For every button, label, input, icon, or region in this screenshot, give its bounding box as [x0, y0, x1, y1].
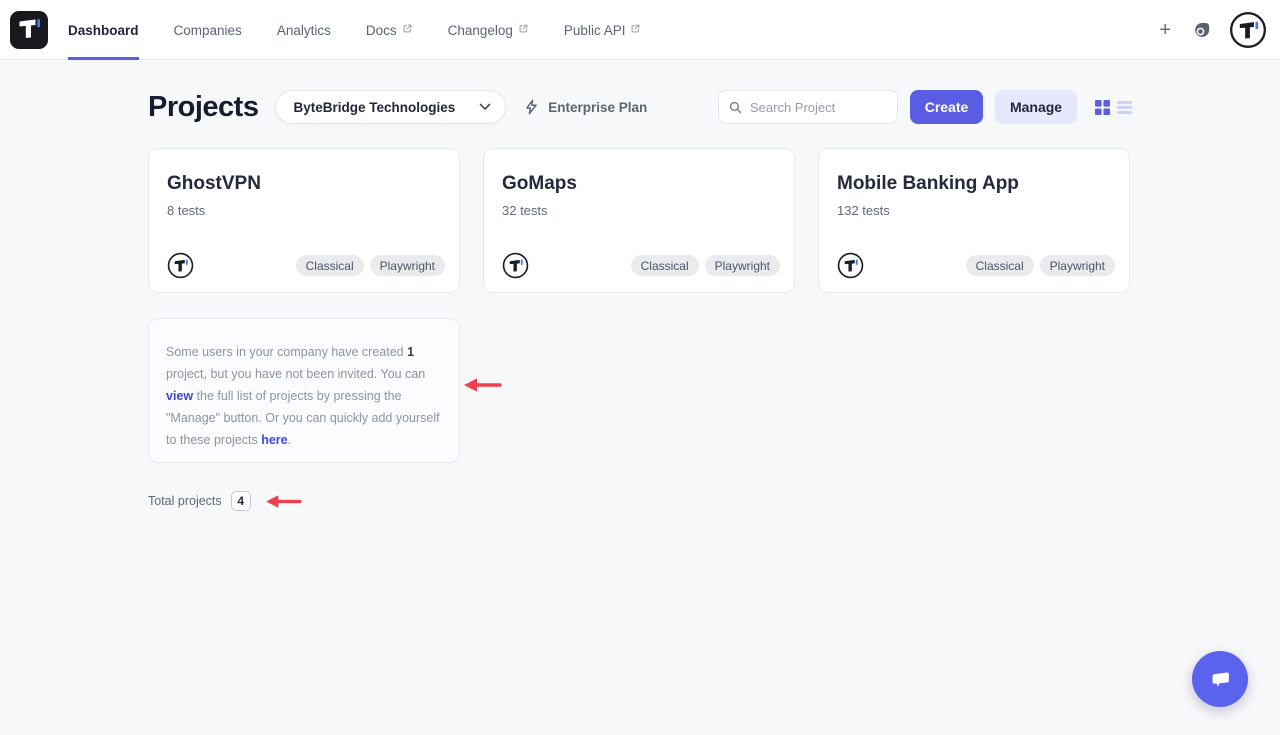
search-project-box — [718, 90, 898, 124]
add-icon[interactable]: + — [1155, 18, 1175, 42]
nav-item-changelog[interactable]: Changelog — [448, 0, 529, 60]
total-projects-count: 4 — [231, 491, 251, 511]
company-selector-value: ByteBridge Technologies — [293, 100, 455, 115]
nav-label: Public API — [564, 23, 626, 38]
view-link[interactable]: view — [166, 389, 193, 403]
project-card-ghostvpn[interactable]: GhostVPN 8 tests Classical Playwright — [148, 148, 460, 293]
chat-widget-button[interactable] — [1192, 651, 1248, 707]
search-input[interactable] — [750, 100, 887, 115]
uninvited-projects-notice: Some users in your company have created … — [148, 318, 460, 463]
here-link[interactable]: here — [261, 433, 287, 447]
lightning-icon — [523, 98, 540, 116]
page-title: Projects — [148, 91, 258, 124]
notice-text: . — [288, 433, 291, 447]
view-toggles — [1095, 100, 1132, 115]
projects-header: Projects ByteBridge Technologies Enterpr… — [148, 90, 1132, 124]
grid-view-icon[interactable] — [1095, 100, 1110, 115]
nav-item-docs[interactable]: Docs — [366, 0, 413, 60]
project-test-count: 32 tests — [502, 203, 776, 218]
project-card-gomaps[interactable]: GoMaps 32 tests Classical Playwright — [483, 148, 795, 293]
search-icon — [729, 100, 742, 115]
main-nav: Dashboard Companies Analytics Docs Chang… — [68, 0, 641, 60]
nav-item-companies[interactable]: Companies — [174, 0, 242, 60]
list-view-icon[interactable] — [1117, 101, 1132, 114]
top-navigation: Dashboard Companies Analytics Docs Chang… — [0, 0, 1280, 60]
tag-playwright: Playwright — [705, 255, 780, 276]
tag-classical: Classical — [966, 255, 1034, 276]
plan-badge[interactable]: Enterprise Plan — [523, 98, 647, 116]
tag-classical: Classical — [631, 255, 699, 276]
nav-label: Dashboard — [68, 23, 139, 38]
app-logo[interactable] — [10, 11, 48, 49]
notice-project-count: 1 — [407, 345, 414, 359]
total-projects-row: Total projects 4 — [148, 491, 302, 511]
project-tags: Classical Playwright — [631, 255, 780, 276]
nav-item-analytics[interactable]: Analytics — [277, 0, 331, 60]
nav-label: Analytics — [277, 23, 331, 38]
project-logo-icon — [167, 252, 194, 279]
project-tags: Classical Playwright — [296, 255, 445, 276]
nav-item-public-api[interactable]: Public API — [564, 0, 642, 60]
notice-text: the full list of projects by pressing th… — [166, 389, 440, 447]
nav-label: Docs — [366, 23, 397, 38]
chevron-down-icon — [479, 103, 491, 111]
project-logo-icon — [502, 252, 529, 279]
chat-bubble-icon — [1206, 665, 1234, 693]
project-card-mobile-banking-app[interactable]: Mobile Banking App 132 tests Classical P… — [818, 148, 1130, 293]
tag-classical: Classical — [296, 255, 364, 276]
annotation-arrow-total — [264, 494, 302, 509]
tag-playwright: Playwright — [1040, 255, 1115, 276]
project-test-count: 8 tests — [167, 203, 441, 218]
project-tags: Classical Playwright — [966, 255, 1115, 276]
annotation-arrow-notice — [462, 377, 502, 393]
total-projects-label: Total projects — [148, 494, 222, 508]
user-avatar[interactable] — [1229, 11, 1267, 49]
nav-label: Companies — [174, 23, 242, 38]
external-link-icon — [518, 23, 529, 34]
notice-text: Some users in your company have created — [166, 345, 407, 359]
nav-item-dashboard[interactable]: Dashboard — [68, 0, 139, 60]
tag-playwright: Playwright — [370, 255, 445, 276]
project-logo-icon — [837, 252, 864, 279]
project-test-count: 132 tests — [837, 203, 1111, 218]
company-selector[interactable]: ByteBridge Technologies — [275, 90, 506, 124]
nav-actions: + — [1155, 0, 1267, 60]
project-name: GoMaps — [502, 173, 776, 195]
project-name: Mobile Banking App — [837, 173, 1111, 195]
external-link-icon — [630, 23, 641, 34]
manage-button[interactable]: Manage — [995, 90, 1077, 124]
announcements-icon[interactable] — [1192, 20, 1212, 40]
external-link-icon — [402, 23, 413, 34]
project-cards: GhostVPN 8 tests Classical Playwright Go… — [148, 148, 1130, 293]
create-button[interactable]: Create — [910, 90, 983, 124]
notice-text: project, but you have not been invited. … — [166, 367, 425, 381]
project-name: GhostVPN — [167, 173, 441, 195]
nav-label: Changelog — [448, 23, 513, 38]
plan-label: Enterprise Plan — [548, 100, 647, 115]
